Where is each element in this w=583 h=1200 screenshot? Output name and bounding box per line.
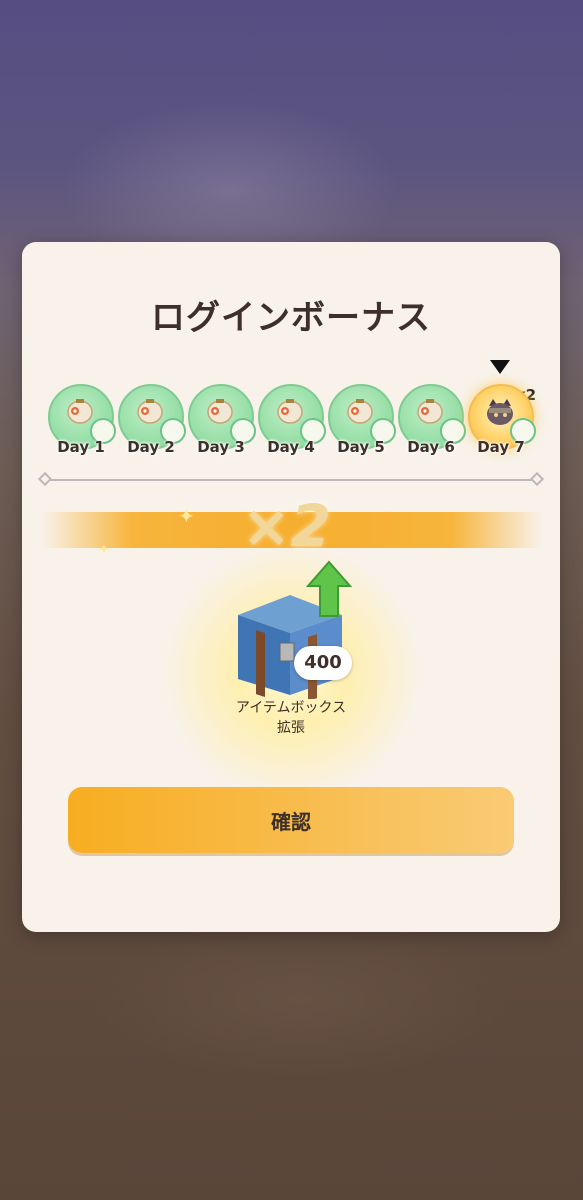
day-3-label: Day 3 <box>197 438 245 456</box>
lantern-item-icon <box>207 399 233 424</box>
progress-divider <box>37 471 545 487</box>
cat-companion-item-icon <box>487 399 513 425</box>
current-day-pointer-icon <box>490 360 510 374</box>
reward-name-line-2: 拡張 <box>277 720 305 736</box>
upgrade-arrow-icon <box>306 560 352 617</box>
confirm-button-label: 確認 <box>271 809 311 834</box>
lantern-item-icon <box>67 399 93 424</box>
day-7-slot: Day 7 <box>468 384 536 464</box>
reward-count-badge: 400 <box>294 646 352 680</box>
reward-name: アイテムボックス 拡張 <box>22 698 560 738</box>
login-bonus-modal: ログインボーナス x2 Day 1 Day 2 <box>22 242 560 932</box>
day-1-label: Day 1 <box>57 438 105 456</box>
lantern-item-icon <box>417 399 443 424</box>
day-track: Day 1 Day 2 Day 3 Day 4 Day 5 Day 6 Day … <box>48 384 548 464</box>
confirm-button[interactable]: 確認 <box>68 787 514 853</box>
day-2-slot: Day 2 <box>118 384 186 464</box>
day-2-label: Day 2 <box>127 438 175 456</box>
day-1-slot: Day 1 <box>48 384 116 464</box>
day-4-slot: Day 4 <box>258 384 326 464</box>
background-shadow <box>90 920 510 1080</box>
day-3-slot: Day 3 <box>188 384 256 464</box>
lantern-item-icon <box>347 399 373 424</box>
modal-title: ログインボーナス <box>151 298 431 338</box>
reward-name-line-1: アイテムボックス <box>235 700 347 716</box>
divider-right-end-icon <box>529 471 545 487</box>
day-5-slot: Day 5 <box>328 384 396 464</box>
lantern-item-icon <box>277 399 303 424</box>
sparkle-icon: ✦ <box>178 504 195 528</box>
day-5-label: Day 5 <box>337 438 385 456</box>
sparkle-icon: ✦ <box>98 542 110 558</box>
day-4-label: Day 4 <box>267 438 315 456</box>
lantern-item-icon <box>137 399 163 424</box>
day-6-label: Day 6 <box>407 438 455 456</box>
day-6-slot: Day 6 <box>398 384 466 464</box>
divider-left-end-icon <box>37 471 53 487</box>
day-7-label: Day 7 <box>477 438 525 456</box>
